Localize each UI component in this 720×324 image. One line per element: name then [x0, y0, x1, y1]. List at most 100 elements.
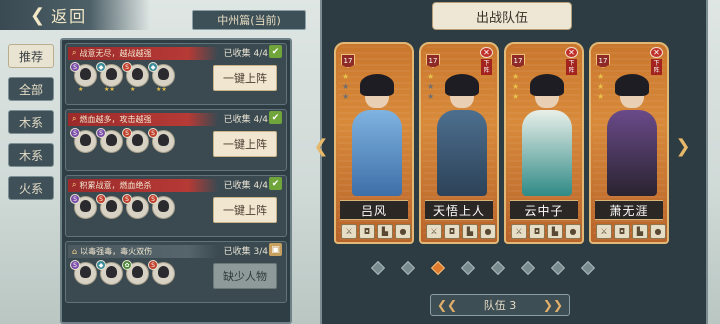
hero-avatar[interactable]: ◆ ★★ [96, 62, 123, 93]
reward-box-icon[interactable]: ▣ [269, 243, 282, 256]
hero-card[interactable]: 17 ★ ★ ★ ✕ 下阵 云中子 ⚔ ◘ ▙ ● [504, 42, 584, 244]
orb-icon[interactable]: ● [565, 224, 581, 239]
sword-icon[interactable]: ⚔ [596, 224, 612, 239]
page-dot[interactable] [490, 260, 506, 276]
tab-wood[interactable]: 木系 [8, 110, 54, 134]
level-badge: 17 [511, 54, 525, 68]
remove-hero-button[interactable]: ✕ 下阵 [564, 47, 579, 75]
combo-title-banner: ⌂ 以毒强毒，毒火双伤 [68, 244, 218, 258]
missing-hero-button[interactable]: 缺少人物 [213, 263, 277, 289]
deploy-all-button[interactable]: 一键上阵 [213, 131, 277, 157]
team-selector: ❮❮ 队伍 3 ❯❯ [430, 294, 570, 316]
collected-count: 已收集 4/4 [223, 115, 268, 125]
back-label: 返回 [51, 7, 88, 26]
back-button[interactable]: ❮ 返回 [0, 0, 150, 30]
team-page-indicator [370, 260, 596, 276]
deploy-all-button[interactable]: 一键上阵 [213, 65, 277, 91]
sword-icon[interactable]: ⚔ [341, 224, 357, 239]
hero-avatar[interactable]: ◆ ★★ [148, 62, 175, 93]
element-icon: S [96, 128, 106, 138]
hero-card[interactable]: 17 ★ ★ ★ ✕ 下阵 萧无涯 ⚔ ◘ ▙ ● [589, 42, 669, 244]
element-icon: S [122, 128, 132, 138]
checkmark-icon: ✔ [269, 111, 282, 124]
hero-avatar[interactable]: S ★ [70, 62, 97, 93]
collected-count: 已收集 4/4 [223, 49, 268, 59]
back-arrow-icon: ❮ [30, 4, 46, 26]
chapter-selector[interactable]: 中州篇(当前) [192, 10, 306, 30]
element-icon: S [70, 128, 80, 138]
hero-card[interactable]: 17 ★ ★ ★ ✕ 下阵 天悟上人 ⚔ ◘ ▙ ● [419, 42, 499, 244]
hero-avatar[interactable]: S [70, 128, 97, 153]
hero-avatar[interactable]: S [148, 260, 175, 285]
combo-title: 积累战意，燃血绝杀 [79, 180, 152, 190]
sword-icon[interactable]: ⚔ [426, 224, 442, 239]
tab-wood-2[interactable]: 木系 [8, 143, 54, 167]
sword-icon[interactable]: ⚔ [511, 224, 527, 239]
boots-icon[interactable]: ▙ [632, 224, 648, 239]
page-dot[interactable] [520, 260, 536, 276]
hero-portrait [350, 74, 404, 196]
lock-icon: ⌂ [72, 246, 78, 256]
checkmark-icon: ✔ [269, 45, 282, 58]
hero-avatar[interactable]: ✿ [122, 260, 149, 285]
armor-icon[interactable]: ◘ [444, 224, 460, 239]
chevron-right-icon[interactable]: ❯❯ [543, 298, 563, 312]
page-dot[interactable] [580, 260, 596, 276]
magnifier-icon[interactable]: ⌕ [72, 114, 76, 124]
page-dot[interactable] [460, 260, 476, 276]
boots-icon[interactable]: ▙ [462, 224, 478, 239]
tab-fire[interactable]: 火系 [8, 176, 54, 200]
prev-arrow-icon[interactable]: ❮ [313, 134, 328, 158]
hero-avatar[interactable]: S [96, 128, 123, 153]
remove-label: 下阵 [566, 59, 577, 75]
stars-icon: ★★ [156, 86, 167, 93]
orb-icon[interactable]: ● [395, 224, 411, 239]
armor-icon[interactable]: ◘ [529, 224, 545, 239]
element-icon: ◆ [148, 62, 158, 72]
hero-avatar[interactable]: S [122, 128, 149, 153]
page-dot[interactable] [400, 260, 416, 276]
boots-icon[interactable]: ▙ [547, 224, 563, 239]
armor-icon[interactable]: ◘ [359, 224, 375, 239]
page-dot-active[interactable] [430, 260, 446, 276]
hero-avatar[interactable]: ◆ [96, 260, 123, 285]
level-badge: 17 [596, 54, 610, 68]
tab-recommend[interactable]: 推荐 [8, 44, 54, 68]
chevron-left-icon[interactable]: ❮❮ [437, 298, 457, 312]
combo-group: ⌕ 燃血越多，攻击越强 已收集 4/4 ✔ S S S S 一键上阵 [65, 109, 287, 171]
hero-avatar[interactable]: S [122, 194, 149, 219]
combo-group: ⌕ 战意无尽，越战越强 已收集 4/4 ✔ S ★ ◆ ★★ S ★ ◆ ★★ 一键上阵 [65, 43, 287, 105]
collected-count: 已收集 4/4 [223, 181, 268, 191]
hero-card[interactable]: 17 ★ ★ ★ 吕风 ⚔ ◘ ▙ ● [334, 42, 414, 244]
magnifier-icon[interactable]: ⌕ [72, 48, 76, 58]
boots-icon[interactable]: ▙ [377, 224, 393, 239]
hero-avatar[interactable]: S [96, 194, 123, 219]
hero-avatar[interactable]: S ★ [122, 62, 149, 93]
orb-icon[interactable]: ● [480, 224, 496, 239]
team-label: 队伍 3 [483, 299, 517, 312]
hero-avatar[interactable]: S [148, 194, 175, 219]
combo-title: 燃血越多，攻击越强 [79, 114, 152, 124]
remove-hero-button[interactable]: ✕ 下阵 [649, 47, 664, 75]
hero-avatar[interactable]: S [70, 194, 97, 219]
orb-icon[interactable]: ● [650, 224, 666, 239]
next-arrow-icon[interactable]: ❯ [675, 134, 690, 158]
hero-avatar[interactable]: S [148, 128, 175, 153]
deploy-all-button[interactable]: 一键上阵 [213, 197, 277, 223]
hero-avatar[interactable]: S [70, 260, 97, 285]
page-dot[interactable] [550, 260, 566, 276]
element-icon: S [122, 62, 132, 72]
magnifier-icon[interactable]: ⌕ [72, 180, 76, 190]
armor-icon[interactable]: ◘ [614, 224, 630, 239]
element-icon: S [148, 194, 158, 204]
remove-label: 下阵 [481, 59, 492, 75]
element-icon: S [70, 62, 80, 72]
element-icon: S [96, 194, 106, 204]
page-dot[interactable] [370, 260, 386, 276]
tab-all[interactable]: 全部 [8, 77, 54, 101]
remove-hero-button[interactable]: ✕ 下阵 [479, 47, 494, 75]
close-icon: ✕ [565, 47, 578, 58]
combo-title: 以毒强毒，毒火双伤 [80, 246, 153, 256]
hero-portrait [520, 74, 574, 196]
close-icon: ✕ [480, 47, 493, 58]
